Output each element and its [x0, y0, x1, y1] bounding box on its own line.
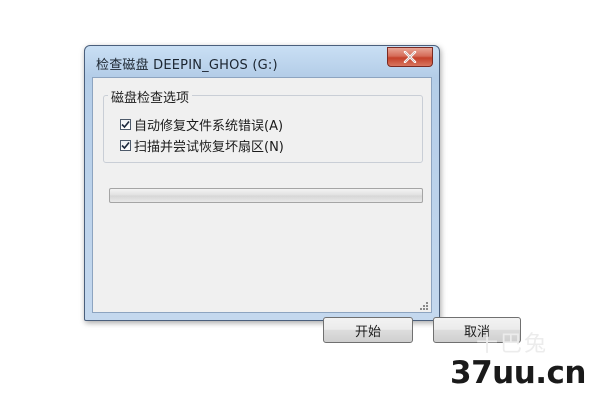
checkmark-icon	[121, 141, 130, 150]
close-icon	[403, 51, 417, 63]
check-disk-dialog: 检查磁盘 DEEPIN_GHOS (G:) 磁盘检查选项 自动修复文件系统错误(…	[84, 45, 521, 343]
auto-fix-checkbox[interactable]	[120, 119, 131, 130]
dialog-client-area: 磁盘检查选项 自动修复文件系统错误(A) 扫描并尝试恢复坏扇区(N) 开始 取消	[92, 77, 521, 343]
option-scan-bad-sectors[interactable]: 扫描并尝试恢复坏扇区(N)	[120, 136, 284, 155]
start-button[interactable]: 开始	[323, 317, 413, 343]
resize-grip-icon[interactable]	[419, 301, 429, 311]
progress-bar	[109, 188, 423, 203]
scan-bad-sectors-label: 扫描并尝试恢复坏扇区(N)	[134, 140, 284, 155]
scan-bad-sectors-checkbox[interactable]	[120, 140, 131, 151]
watermark-domain: 37uu.cn	[450, 355, 587, 391]
watermark-logo-text: 十巴兔	[476, 332, 549, 357]
title-bar[interactable]: 检查磁盘 DEEPIN_GHOS (G:)	[85, 46, 439, 78]
window-title: 检查磁盘 DEEPIN_GHOS (G:)	[96, 58, 278, 73]
close-button[interactable]	[387, 47, 433, 67]
screenshot-stage: 检查磁盘 DEEPIN_GHOS (G:) 磁盘检查选项 自动修复文件系统错误(…	[0, 0, 600, 400]
options-groupbox: 磁盘检查选项 自动修复文件系统错误(A) 扫描并尝试恢复坏扇区(N)	[103, 87, 423, 163]
auto-fix-label: 自动修复文件系统错误(A)	[134, 119, 284, 134]
options-group-legend: 磁盘检查选项	[108, 87, 193, 106]
checkmark-icon	[121, 120, 130, 129]
option-auto-fix[interactable]: 自动修复文件系统错误(A)	[120, 115, 283, 134]
